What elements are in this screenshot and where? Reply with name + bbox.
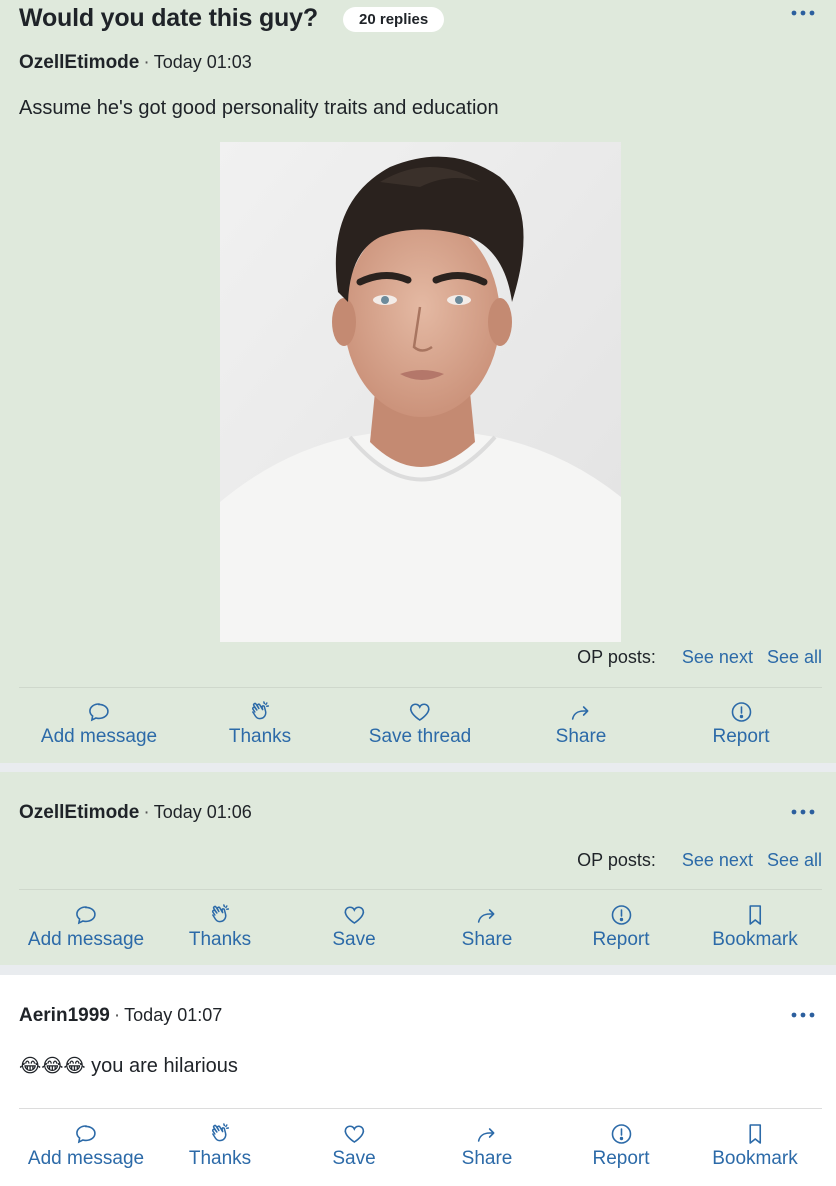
bookmark-icon — [749, 905, 761, 925]
heart-icon — [410, 703, 430, 721]
save-label: Save — [332, 1148, 376, 1169]
see-all-link[interactable]: See all — [767, 850, 822, 870]
report-button[interactable]: Report — [592, 1122, 650, 1170]
save-button[interactable]: Save — [332, 1122, 376, 1170]
save-label: Save — [332, 929, 376, 950]
add-message-label: Add message — [27, 1148, 145, 1169]
share-label: Share — [461, 929, 513, 950]
share-label: Share — [461, 1148, 513, 1169]
heart-icon — [344, 1125, 364, 1143]
bookmark-label: Bookmark — [712, 929, 798, 950]
reply-post: Aerin1999 · Today 01:07 😂😂😂 you are hilari… — [0, 975, 836, 1186]
action-divider — [19, 687, 822, 688]
username[interactable]: OzellEtimode — [19, 802, 139, 823]
add-message-button[interactable]: Add message — [28, 903, 144, 951]
op-followup-post: OzellEtimode · Today 01:06 OP posts: See ne… — [0, 772, 836, 965]
username[interactable]: Aerin1999 — [19, 1005, 110, 1026]
share-arrow-icon — [572, 706, 589, 720]
more-options-icon[interactable] — [788, 3, 818, 23]
post-byline: OzellEtimode · Today 01:06 — [19, 802, 252, 824]
see-next-link[interactable]: See next — [682, 850, 753, 870]
share-button[interactable]: Share — [555, 700, 607, 748]
report-exclamation-icon — [611, 905, 631, 925]
op-posts-label: OP posts: — [577, 647, 656, 667]
add-message-label: Add message — [27, 929, 145, 950]
report-label: Report — [592, 1148, 650, 1169]
speech-bubble-icon — [76, 906, 96, 925]
clapping-hands-icon — [212, 1123, 230, 1142]
thanks-button[interactable]: Thanks — [189, 903, 251, 951]
bookmark-button[interactable]: Bookmark — [712, 1122, 798, 1170]
report-label: Report — [592, 929, 650, 950]
share-button[interactable]: Share — [461, 1122, 513, 1170]
post-byline: Aerin1999 · Today 01:07 — [19, 1005, 222, 1027]
report-label: Report — [712, 726, 770, 747]
byline-separator: · — [143, 802, 150, 823]
post-image[interactable] — [220, 142, 621, 642]
username[interactable]: OzellEtimode — [19, 52, 139, 73]
report-button[interactable]: Report — [712, 700, 770, 748]
add-message-button[interactable]: Add message — [28, 1122, 144, 1170]
opening-post: Would you date this guy? 20 replies Ozel… — [0, 0, 836, 763]
byline-separator: · — [143, 52, 150, 73]
clapping-hands-icon — [252, 701, 270, 720]
see-next-link[interactable]: See next — [682, 647, 753, 667]
action-divider — [19, 1108, 822, 1109]
thanks-label: Thanks — [228, 726, 292, 747]
action-divider — [19, 889, 822, 890]
thread-title: Would you date this guy? — [19, 4, 318, 32]
add-message-label: Add message — [40, 726, 158, 747]
op-posts-nav: OP posts: See next See all — [577, 850, 822, 871]
post-time: Today 01:06 — [153, 802, 252, 822]
byline-separator: · — [113, 1005, 121, 1026]
post-time: Today 01:07 — [124, 1005, 223, 1025]
share-button[interactable]: Share — [461, 903, 513, 951]
bookmark-button[interactable]: Bookmark — [712, 903, 798, 951]
thanks-label: Thanks — [188, 1148, 252, 1169]
post-byline: OzellEtimode · Today 01:03 — [19, 52, 252, 74]
report-button[interactable]: Report — [592, 903, 650, 951]
message-text: you are hilarious — [91, 1055, 238, 1077]
see-all-link[interactable]: See all — [767, 647, 822, 667]
report-exclamation-icon — [611, 1124, 631, 1144]
save-button[interactable]: Save — [332, 903, 376, 951]
share-arrow-icon — [478, 1128, 495, 1142]
op-posts-label: OP posts: — [577, 850, 656, 870]
save-thread-label: Save thread — [368, 726, 472, 747]
post-time: Today 01:03 — [153, 52, 252, 72]
bookmark-label: Bookmark — [712, 1148, 798, 1169]
op-posts-nav: OP posts: See next See all — [577, 647, 822, 668]
clapping-hands-icon — [212, 904, 230, 923]
report-exclamation-icon — [731, 702, 751, 722]
heart-icon — [344, 906, 364, 924]
thanks-label: Thanks — [188, 929, 252, 950]
speech-bubble-icon — [76, 1125, 96, 1144]
share-arrow-icon — [478, 909, 495, 923]
save-thread-button[interactable]: Save thread — [369, 700, 471, 748]
thanks-button[interactable]: Thanks — [189, 1122, 251, 1170]
more-options-icon[interactable] — [788, 1005, 818, 1025]
replies-badge[interactable]: 20 replies — [343, 7, 445, 32]
post-message: 😂😂😂 you are hilarious — [19, 1055, 238, 1078]
speech-bubble-icon — [89, 703, 109, 722]
more-options-icon[interactable] — [788, 802, 818, 822]
share-label: Share — [555, 726, 607, 747]
post-message: Assume he's got good personality traits … — [19, 97, 499, 119]
laughing-emoji: 😂😂😂 — [19, 1056, 86, 1077]
add-message-button[interactable]: Add message — [41, 700, 157, 748]
thanks-button[interactable]: Thanks — [229, 700, 291, 748]
bookmark-icon — [749, 1124, 761, 1144]
